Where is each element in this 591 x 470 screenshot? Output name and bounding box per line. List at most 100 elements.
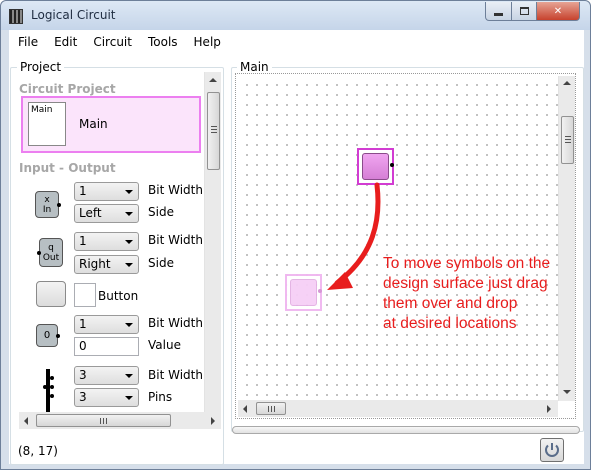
chevron-down-icon [125, 263, 133, 267]
chevron-down-icon [125, 212, 133, 216]
input-pin-icon[interactable]: x In [35, 191, 61, 218]
maximize-icon [519, 7, 529, 15]
section-input-output: Input - Output [19, 161, 116, 175]
pin-dot-icon [57, 203, 61, 207]
scroll-up-arrow-icon[interactable] [563, 81, 571, 85]
input-pin-label-x: x [44, 195, 50, 205]
constant-bitwidth-combo[interactable]: 1 [74, 315, 139, 334]
grip-line [100, 418, 101, 424]
splitter-bitwidth-value: 3 [79, 368, 87, 382]
minimize-button[interactable] [485, 2, 512, 21]
splitter-pins-value: 3 [79, 390, 87, 404]
grip-line [268, 406, 269, 412]
status-coordinates: (8, 17) [18, 444, 58, 458]
grip-line [271, 406, 272, 412]
chevron-down-icon [125, 396, 133, 400]
button-preview-box[interactable] [74, 283, 96, 307]
pin-dot-icon [56, 334, 60, 338]
splitter-bar [46, 369, 50, 413]
project-vertical-scrollbar[interactable] [204, 72, 221, 413]
output-pin-icon[interactable]: q Out [37, 238, 63, 267]
output-side-value: Right [79, 257, 111, 271]
maximize-button[interactable] [511, 2, 537, 21]
grip-line [274, 406, 275, 412]
project-item-main[interactable]: Main Main [21, 96, 201, 153]
output-side-combo[interactable]: Right [74, 255, 139, 274]
project-hscroll-thumb[interactable] [36, 414, 171, 427]
grip-line [565, 142, 571, 143]
input-bitwidth-combo[interactable]: 1 [74, 182, 139, 201]
app-window: Logical Circuit ✕ File Edit Circuit Tool… [0, 0, 591, 470]
power-icon [545, 443, 559, 457]
input-side-value: Left [79, 206, 102, 220]
project-horizontal-scrollbar[interactable] [19, 412, 221, 429]
client-area: File Edit Circuit Tools Help Project Cir… [9, 30, 584, 465]
project-name: Main [79, 117, 108, 131]
menu-file[interactable]: File [9, 30, 46, 54]
page-thumbnail: Main [28, 102, 66, 146]
circuit-symbol-ghost [285, 274, 322, 311]
pin-dot-icon [50, 394, 54, 398]
help-annotation: To move symbols on the design surface ju… [383, 255, 551, 332]
grip-line [211, 126, 217, 127]
button-caption: Button [98, 289, 139, 303]
grip-line [565, 136, 571, 137]
project-scroll-thumb[interactable] [207, 92, 220, 170]
scroll-right-arrow-icon[interactable] [211, 417, 215, 425]
title-bar[interactable]: Logical Circuit ✕ [1, 1, 590, 30]
constant-icon[interactable]: 0 [36, 324, 60, 347]
close-icon: ✕ [553, 5, 563, 17]
menu-edit[interactable]: Edit [46, 30, 85, 54]
output-side-caption: Side [148, 256, 174, 270]
input-side-combo[interactable]: Left [74, 204, 139, 223]
grip-line [103, 418, 104, 424]
app-icon [9, 9, 23, 24]
surface-vertical-scrollbar[interactable] [558, 76, 575, 401]
input-bitwidth-value: 1 [79, 184, 87, 198]
splitter-pins-caption: Pins [148, 390, 173, 404]
surface-horizontal-scrollbar[interactable] [238, 400, 558, 417]
splitter-pins-combo[interactable]: 3 [74, 388, 139, 407]
splitter-icon[interactable] [43, 369, 54, 413]
scroll-up-arrow-icon[interactable] [209, 78, 217, 82]
minimize-icon [494, 12, 503, 16]
scroll-left-arrow-icon[interactable] [24, 417, 28, 425]
menu-help[interactable]: Help [186, 30, 229, 54]
output-bitwidth-combo[interactable]: 1 [74, 232, 139, 251]
circuit-symbol-ghost-body [290, 279, 317, 306]
chevron-down-icon [125, 374, 133, 378]
pin-dot-icon [37, 251, 41, 255]
constant-value-field[interactable]: 0 [74, 337, 139, 356]
grip-line [106, 418, 107, 424]
output-pin-label-out: Out [42, 253, 60, 263]
surface-vscroll-thumb[interactable] [561, 116, 574, 164]
input-pin-label-in: In [42, 205, 52, 215]
input-bitwidth-caption: Bit Width [148, 183, 203, 197]
power-button[interactable] [540, 438, 564, 462]
menu-bar: File Edit Circuit Tools Help [9, 30, 584, 54]
scroll-left-arrow-icon[interactable] [243, 405, 247, 413]
grip-line [211, 129, 217, 130]
constant-bitwidth-caption: Bit Width [148, 316, 203, 330]
scroll-right-arrow-icon[interactable] [547, 405, 551, 413]
chevron-down-icon [125, 240, 133, 244]
menu-circuit[interactable]: Circuit [85, 30, 140, 54]
output-pin-label-q: q [48, 243, 54, 253]
chevron-down-icon [125, 323, 133, 327]
menu-tools[interactable]: Tools [140, 30, 186, 54]
zoom-slider-track[interactable] [232, 426, 580, 434]
chevron-down-icon [125, 190, 133, 194]
button-icon[interactable] [36, 281, 66, 307]
pin-dot-icon [50, 376, 54, 380]
constant-value-caption: Value [148, 338, 181, 352]
input-side-caption: Side [148, 205, 174, 219]
close-button[interactable]: ✕ [536, 2, 580, 21]
pin-dot-icon [390, 163, 394, 167]
surface-hscroll-thumb[interactable] [256, 402, 286, 415]
splitter-bitwidth-combo[interactable]: 3 [74, 366, 139, 385]
section-circuit-project: Circuit Project [19, 82, 116, 96]
splitter-bitwidth-caption: Bit Width [148, 368, 203, 382]
grip-line [211, 132, 217, 133]
scroll-down-arrow-icon[interactable] [563, 390, 571, 394]
grip-line [565, 139, 571, 140]
